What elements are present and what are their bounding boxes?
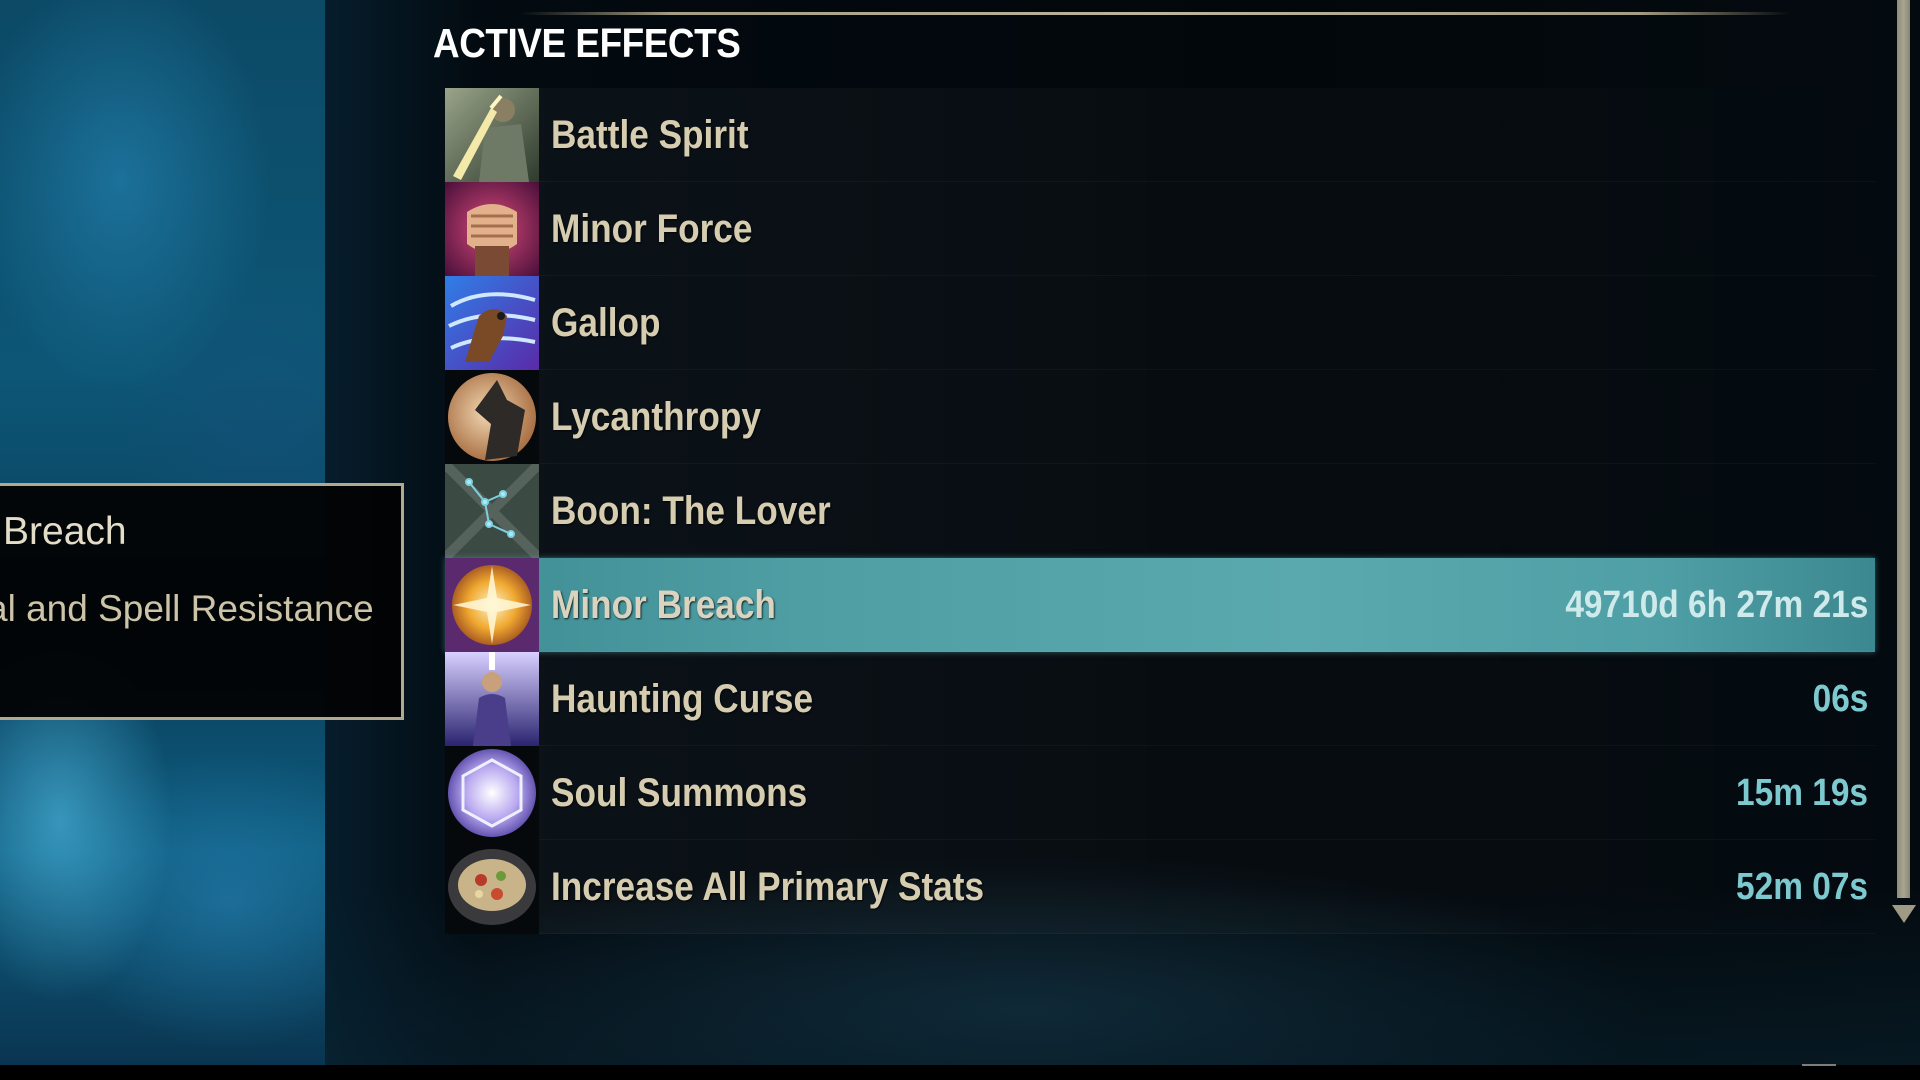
active-effects-list: Battle Spirit Minor Force Gallop Lycanth…: [445, 88, 1875, 934]
scroll-down-arrow-icon[interactable]: [1892, 905, 1916, 923]
panel-title: ACTIVE EFFECTS: [433, 20, 741, 66]
effect-name: Increase All Primary Stats: [551, 865, 985, 909]
effect-duration: 49710d 6h 27m 21s: [1564, 584, 1868, 626]
battle-spirit-icon: [445, 88, 539, 182]
tooltip-title: Breach: [3, 510, 127, 553]
haunting-curse-icon: [445, 652, 539, 746]
bottom-bar: [0, 1065, 1920, 1080]
effect-row-gallop[interactable]: Gallop: [445, 276, 1875, 370]
bottom-indicator: [1802, 1064, 1836, 1066]
effect-row-lycanthropy[interactable]: Lycanthropy: [445, 370, 1875, 464]
effect-name: Minor Breach: [551, 583, 776, 627]
food-buff-icon: [445, 840, 539, 934]
effect-name: Boon: The Lover: [551, 489, 831, 533]
game-ui-screen: ACTIVE EFFECTS Battle Spirit Minor Force…: [0, 0, 1920, 1080]
effect-duration: 52m 07s: [1735, 866, 1868, 908]
gallop-icon: [445, 276, 539, 370]
soul-summons-icon: [445, 746, 539, 840]
effect-row-haunting-curse[interactable]: Haunting Curse 06s: [445, 652, 1875, 746]
boon-lover-icon: [445, 464, 539, 558]
effect-name: Battle Spirit: [551, 113, 749, 157]
minor-breach-icon: [445, 558, 539, 652]
effect-name: Gallop: [551, 301, 661, 345]
effect-row-boon-the-lover[interactable]: Boon: The Lover: [445, 464, 1875, 558]
effect-row-soul-summons[interactable]: Soul Summons 15m 19s: [445, 746, 1875, 840]
effect-name: Lycanthropy: [551, 395, 761, 439]
effect-name: Minor Force: [551, 207, 753, 251]
effect-row-minor-force[interactable]: Minor Force: [445, 182, 1875, 276]
effect-name: Haunting Curse: [551, 677, 814, 721]
effect-duration: 06s: [1812, 678, 1868, 720]
lycanthropy-icon: [445, 370, 539, 464]
effect-name: Soul Summons: [551, 771, 808, 815]
effect-row-minor-breach[interactable]: Minor Breach 49710d 6h 27m 21s: [445, 558, 1875, 652]
tooltip-description: al and Spell Resistance: [0, 588, 374, 629]
scrollbar-thumb[interactable]: [1897, 0, 1910, 898]
minor-force-icon: [445, 182, 539, 276]
effect-duration: 15m 19s: [1735, 772, 1868, 814]
effect-row-increase-all-primary-stats[interactable]: Increase All Primary Stats 52m 07s: [445, 840, 1875, 934]
title-divider: [520, 12, 1790, 15]
effect-row-battle-spirit[interactable]: Battle Spirit: [445, 88, 1875, 182]
effect-tooltip: Breach al and Spell Resistance: [0, 483, 404, 720]
